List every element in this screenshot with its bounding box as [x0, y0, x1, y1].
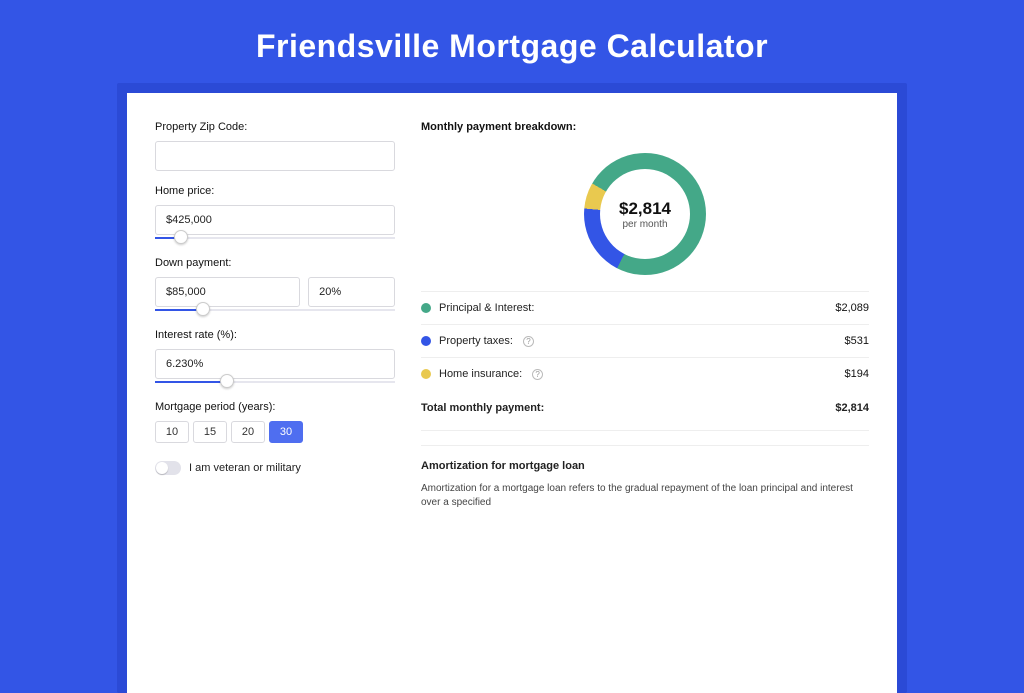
help-icon[interactable]: ?: [523, 336, 534, 347]
home-price-slider[interactable]: [155, 233, 395, 243]
period-option-10[interactable]: 10: [155, 421, 189, 443]
interest-label: Interest rate (%):: [155, 329, 395, 341]
breakdown-column: Monthly payment breakdown: $2,814 per mo…: [421, 121, 869, 693]
interest-slider[interactable]: [155, 377, 395, 387]
home-price-label: Home price:: [155, 185, 395, 197]
down-payment-slider[interactable]: [155, 305, 395, 315]
amortization-heading: Amortization for mortgage loan: [421, 445, 869, 472]
period-options: 10152030: [155, 421, 395, 443]
yellow-dot-icon: [421, 369, 431, 379]
interest-slider-thumb[interactable]: [220, 374, 234, 388]
donut-chart-wrap: $2,814 per month: [421, 147, 869, 291]
period-option-15[interactable]: 15: [193, 421, 227, 443]
breakdown-value: $2,089: [835, 302, 869, 314]
interest-slider-fill: [155, 381, 227, 383]
breakdown-value: $194: [845, 368, 869, 380]
amortization-text: Amortization for a mortgage loan refers …: [421, 482, 869, 510]
zip-field: Property Zip Code:: [155, 121, 395, 171]
breakdown-value: $531: [845, 335, 869, 347]
total-label: Total monthly payment:: [421, 402, 544, 414]
donut-sub: per month: [622, 219, 667, 230]
help-icon[interactable]: ?: [532, 369, 543, 380]
period-label: Mortgage period (years):: [155, 401, 395, 413]
breakdown-row: Home insurance:? $194: [421, 358, 869, 390]
down-payment-label: Down payment:: [155, 257, 395, 269]
breakdown-row: Property taxes:? $531: [421, 325, 869, 358]
breakdown-row: Principal & Interest: $2,089: [421, 292, 869, 325]
veteran-label: I am veteran or military: [189, 462, 301, 474]
period-option-20[interactable]: 20: [231, 421, 265, 443]
breakdown-heading: Monthly payment breakdown:: [421, 121, 869, 133]
zip-input[interactable]: [155, 141, 395, 171]
breakdown-label: Property taxes:: [439, 335, 513, 347]
blue-dot-icon: [421, 336, 431, 346]
home-price-field: Home price:: [155, 185, 395, 243]
interest-input[interactable]: [155, 349, 395, 379]
donut-center: $2,814 per month: [600, 169, 690, 259]
interest-field: Interest rate (%):: [155, 329, 395, 387]
page-title: Friendsville Mortgage Calculator: [0, 0, 1024, 83]
down-payment-input[interactable]: [155, 277, 300, 307]
down-payment-pct-input[interactable]: [308, 277, 395, 307]
breakdown-list: Principal & Interest: $2,089 Property taxe…: [421, 291, 869, 390]
period-field: Mortgage period (years): 10152030: [155, 401, 395, 443]
breakdown-label: Principal & Interest:: [439, 302, 534, 314]
home-price-slider-thumb[interactable]: [174, 230, 188, 244]
veteran-toggle[interactable]: [155, 461, 181, 475]
calculator-card-frame: Property Zip Code: Home price: Down paym…: [117, 83, 907, 693]
green-dot-icon: [421, 303, 431, 313]
input-column: Property Zip Code: Home price: Down paym…: [155, 121, 395, 693]
breakdown-label: Home insurance:: [439, 368, 522, 380]
down-payment-field: Down payment:: [155, 257, 395, 315]
home-price-input[interactable]: [155, 205, 395, 235]
donut-amount: $2,814: [619, 199, 671, 219]
donut-chart: $2,814 per month: [584, 153, 706, 275]
veteran-row: I am veteran or military: [155, 461, 395, 475]
total-row: Total monthly payment: $2,814: [421, 390, 869, 431]
total-value: $2,814: [835, 402, 869, 414]
zip-label: Property Zip Code:: [155, 121, 395, 133]
period-option-30[interactable]: 30: [269, 421, 303, 443]
down-payment-slider-thumb[interactable]: [196, 302, 210, 316]
calculator-card: Property Zip Code: Home price: Down paym…: [127, 93, 897, 693]
